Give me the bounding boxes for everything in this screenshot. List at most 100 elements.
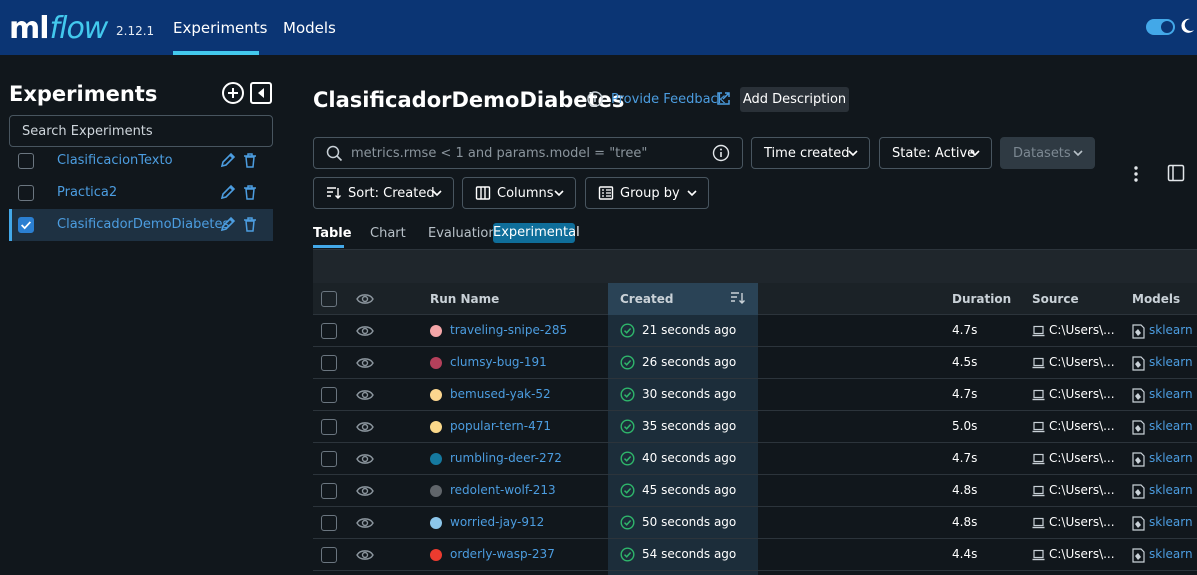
run-name-link[interactable]: worried-jay-912 — [450, 515, 544, 529]
collapse-sidebar-icon[interactable] — [249, 81, 273, 105]
eye-icon[interactable] — [356, 292, 374, 306]
info-icon[interactable] — [587, 91, 603, 107]
experiment-checkbox[interactable] — [18, 185, 34, 201]
run-color-dot[interactable] — [430, 357, 442, 369]
tab-table[interactable]: Table — [313, 226, 352, 241]
row-checkbox[interactable] — [321, 387, 337, 403]
model-link[interactable]: sklearn — [1149, 483, 1193, 497]
external-link-icon[interactable] — [716, 91, 731, 106]
source-value[interactable]: C:\Users\... — [1049, 387, 1115, 401]
header-run-name[interactable]: Run Name — [430, 292, 499, 306]
group-by-dropdown[interactable]: Group by — [585, 177, 709, 209]
row-checkbox[interactable] — [321, 419, 337, 435]
search-experiments-input[interactable]: Search Experiments — [9, 115, 273, 147]
source-value[interactable]: C:\Users\... — [1049, 355, 1115, 369]
run-color-dot[interactable] — [430, 453, 442, 465]
dark-mode-toggle[interactable] — [1146, 19, 1175, 35]
row-checkbox[interactable] — [321, 483, 337, 499]
runs-search-input[interactable]: metrics.rmse < 1 and params.model = "tre… — [313, 137, 743, 169]
eye-icon[interactable] — [356, 420, 374, 434]
model-link[interactable]: sklearn — [1149, 355, 1193, 369]
model-link[interactable]: sklearn — [1149, 323, 1193, 337]
source-value[interactable]: C:\Users\... — [1049, 419, 1115, 433]
sidebar-item-label[interactable]: ClasificadorDemoDiabetes — [57, 217, 229, 232]
table-row[interactable]: popular-tern-471 35 seconds ago 5.0s C:\Use… — [313, 411, 1197, 443]
run-name-link[interactable]: popular-tern-471 — [450, 419, 551, 433]
run-name-link[interactable]: traveling-snipe-285 — [450, 323, 567, 337]
datasets-dropdown[interactable]: Datasets — [1000, 137, 1095, 169]
select-all-checkbox[interactable] — [321, 291, 337, 307]
table-row[interactable]: orderly-wasp-237 54 seconds ago 4.4s C:\Use… — [313, 539, 1197, 571]
time-created-dropdown[interactable]: Time created — [751, 137, 870, 169]
eye-icon[interactable] — [356, 516, 374, 530]
run-color-dot[interactable] — [430, 549, 442, 561]
eye-icon[interactable] — [356, 484, 374, 498]
source-value[interactable]: C:\Users\... — [1049, 483, 1115, 497]
sidebar-item-label[interactable]: ClasificacionTexto — [57, 153, 173, 168]
run-name-link[interactable]: clumsy-bug-191 — [450, 355, 547, 369]
tab-evaluation[interactable]: Evaluation — [428, 226, 497, 241]
eye-icon[interactable] — [356, 324, 374, 338]
pencil-icon[interactable] — [220, 216, 236, 232]
tab-chart[interactable]: Chart — [370, 226, 406, 241]
model-link[interactable]: sklearn — [1149, 419, 1193, 433]
run-color-dot[interactable] — [430, 517, 442, 529]
more-options-icon[interactable] — [1128, 164, 1144, 184]
row-checkbox[interactable] — [321, 355, 337, 371]
sidebar-item-label[interactable]: Practica2 — [57, 185, 117, 200]
header-created[interactable]: Created — [620, 292, 673, 306]
run-name-link[interactable]: orderly-wasp-237 — [450, 547, 555, 561]
row-checkbox[interactable] — [321, 451, 337, 467]
trash-icon[interactable] — [243, 217, 257, 232]
header-duration[interactable]: Duration — [952, 292, 1011, 306]
columns-dropdown[interactable]: Columns — [462, 177, 576, 209]
eye-icon[interactable] — [356, 356, 374, 370]
model-link[interactable]: sklearn — [1149, 451, 1193, 465]
provide-feedback-link[interactable]: Provide Feedback — [611, 92, 725, 107]
table-row[interactable]: clumsy-bug-191 26 seconds ago 4.5s C:\Users… — [313, 347, 1197, 379]
eye-icon[interactable] — [356, 548, 374, 562]
info-icon[interactable] — [712, 144, 730, 162]
add-description-button[interactable]: Add Description — [740, 87, 849, 112]
run-name-link[interactable]: bemused-yak-52 — [450, 387, 551, 401]
eye-icon[interactable] — [356, 452, 374, 466]
run-color-dot[interactable] — [430, 325, 442, 337]
nav-tab-experiments[interactable]: Experiments — [173, 19, 267, 37]
trash-icon[interactable] — [243, 153, 257, 168]
row-checkbox[interactable] — [321, 323, 337, 339]
sort-descending-icon[interactable] — [730, 291, 746, 305]
sort-dropdown[interactable]: Sort: Created — [313, 177, 454, 209]
source-value[interactable]: C:\Users\... — [1049, 515, 1115, 529]
table-row[interactable]: rumbling-deer-272 40 seconds ago 4.7s C:\Us… — [313, 443, 1197, 475]
header-source[interactable]: Source — [1032, 292, 1079, 306]
pencil-icon[interactable] — [220, 152, 236, 168]
model-link[interactable]: sklearn — [1149, 387, 1193, 401]
source-value[interactable]: C:\Users\... — [1049, 323, 1115, 337]
row-checkbox[interactable] — [321, 515, 337, 531]
sidebar-item-practica2[interactable]: Practica2 — [9, 177, 273, 209]
run-name-link[interactable]: redolent-wolf-213 — [450, 483, 556, 497]
pencil-icon[interactable] — [220, 184, 236, 200]
trash-icon[interactable] — [243, 185, 257, 200]
sidebar-item-clasificaciontexto[interactable]: ClasificacionTexto — [9, 145, 273, 177]
header-models[interactable]: Models — [1132, 292, 1180, 306]
table-row[interactable]: redolent-wolf-213 45 seconds ago 4.8s C:\Us… — [313, 475, 1197, 507]
state-dropdown[interactable]: State: Active — [879, 137, 992, 169]
row-checkbox[interactable] — [321, 547, 337, 563]
model-link[interactable]: sklearn — [1149, 547, 1193, 561]
experiment-checkbox[interactable] — [18, 153, 34, 169]
run-name-link[interactable]: rumbling-deer-272 — [450, 451, 562, 465]
source-value[interactable]: C:\Users\... — [1049, 451, 1115, 465]
run-color-dot[interactable] — [430, 389, 442, 401]
run-color-dot[interactable] — [430, 485, 442, 497]
table-row[interactable]: traveling-snipe-285 21 seconds ago 4.7s C:\… — [313, 315, 1197, 347]
side-panel-icon[interactable] — [1167, 164, 1185, 182]
source-value[interactable]: C:\Users\... — [1049, 547, 1115, 561]
model-link[interactable]: sklearn — [1149, 515, 1193, 529]
run-color-dot[interactable] — [430, 421, 442, 433]
eye-icon[interactable] — [356, 388, 374, 402]
experiment-checkbox-checked[interactable] — [18, 217, 34, 233]
mlflow-logo[interactable]: ml flow — [9, 4, 108, 48]
nav-tab-models[interactable]: Models — [283, 19, 336, 37]
sidebar-item-clasificadordemodiabetes[interactable]: ClasificadorDemoDiabetes — [9, 209, 273, 241]
